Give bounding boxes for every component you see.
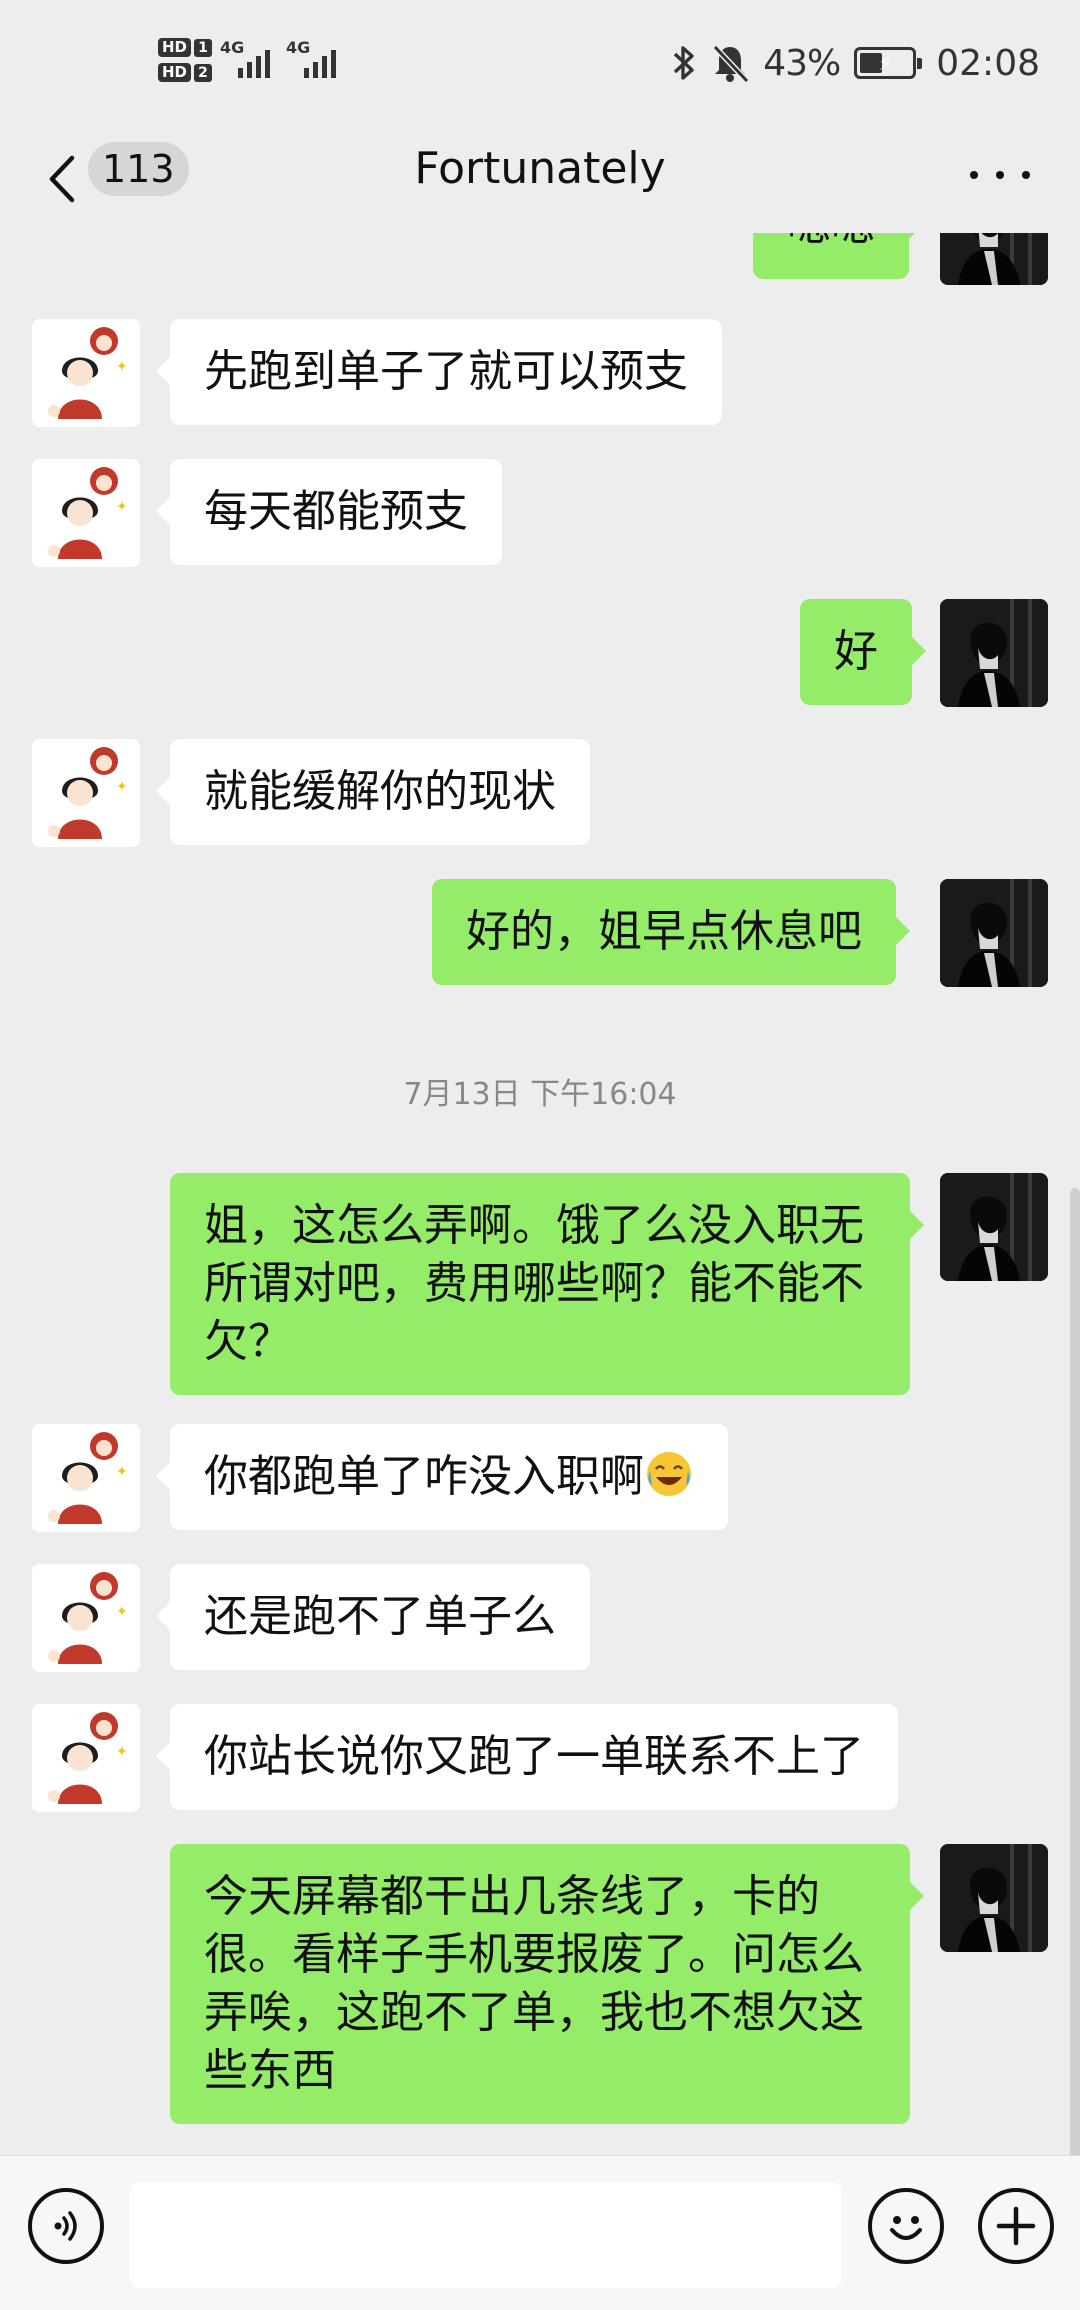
hd-badge-1: HD 1 bbox=[158, 38, 213, 57]
message-bubble-theirs[interactable]: 你都跑单了咋没入职啊 bbox=[156, 1424, 728, 1530]
message-bubble-mine[interactable]: 好的，姐早点休息吧 bbox=[432, 879, 910, 985]
avatar[interactable]: ✦ bbox=[32, 1424, 140, 1532]
emoji-icon[interactable] bbox=[868, 2188, 944, 2264]
message-bubble-theirs[interactable]: 先跑到单子了就可以预支 bbox=[156, 319, 722, 425]
svg-text:✦: ✦ bbox=[116, 779, 128, 795]
voice-icon[interactable] bbox=[28, 2188, 104, 2264]
avatar[interactable]: ✦ bbox=[32, 739, 140, 847]
avatar[interactable] bbox=[940, 1844, 1048, 1952]
avatar[interactable] bbox=[940, 233, 1048, 285]
svg-text:✦: ✦ bbox=[116, 1464, 128, 1480]
message-bubble-theirs[interactable]: 就能缓解你的现状 bbox=[156, 739, 590, 845]
avatar[interactable] bbox=[940, 599, 1048, 707]
avatar[interactable]: ✦ bbox=[32, 1564, 140, 1672]
message-bubble-mine[interactable]: 好 bbox=[800, 599, 926, 705]
message-list[interactable]: 嗯嗯 ✦ 先跑到单子了就可以预支 bbox=[0, 233, 1080, 2155]
signal-icon: 4G bbox=[286, 38, 344, 82]
input-bar bbox=[0, 2155, 1080, 2310]
avatar[interactable]: ✦ bbox=[32, 1704, 140, 1812]
avatar[interactable] bbox=[940, 1173, 1048, 1281]
avatar[interactable] bbox=[940, 879, 1048, 987]
clock-time: 02:08 bbox=[936, 42, 1040, 84]
avatar[interactable]: ✦ bbox=[32, 319, 140, 427]
message-bubble-theirs[interactable]: 你站长说你又跑了一单联系不上了 bbox=[156, 1704, 898, 1810]
signal-icon: 4G bbox=[220, 38, 278, 82]
more-dots-icon[interactable] bbox=[970, 155, 1030, 195]
network-indicators: HD 1 HD 2 4G 4G bbox=[158, 30, 344, 90]
scrollbar[interactable] bbox=[1070, 1188, 1080, 2155]
timestamp: 7月13日 下午16:04 bbox=[403, 1077, 677, 1112]
battery-charging-icon: ⚡ bbox=[854, 47, 923, 79]
message-bubble-mine[interactable]: 姐，这怎么弄啊。饿了么没入职无所谓对吧，费用哪些啊？能不能不欠？ bbox=[170, 1173, 924, 1395]
message-input[interactable] bbox=[130, 2182, 842, 2288]
hd-badge-2: HD 2 bbox=[158, 63, 213, 82]
battery-percent: 43% bbox=[763, 42, 841, 84]
svg-text:✦: ✦ bbox=[116, 499, 128, 515]
message-bubble-theirs[interactable]: 还是跑不了单子么 bbox=[156, 1564, 590, 1670]
laughing-crying-emoji bbox=[647, 1452, 691, 1496]
message-bubble-theirs[interactable]: 每天都能预支 bbox=[156, 459, 502, 565]
message-bubble-mine[interactable]: 今天屏幕都干出几条线了，卡的很。看样子手机要报废了。问怎么弄唉，这跑不了单，我也… bbox=[170, 1844, 924, 2124]
bluetooth-icon bbox=[674, 46, 694, 80]
chat-header: 113 Fortunately bbox=[0, 125, 1080, 233]
plus-icon[interactable] bbox=[978, 2188, 1054, 2264]
mute-bell-icon bbox=[713, 44, 750, 83]
chevron-left-icon bbox=[49, 155, 75, 203]
svg-text:✦: ✦ bbox=[116, 359, 128, 375]
status-bar: HD 1 HD 2 4G 4G 43% ⚡ 02:08 bbox=[0, 0, 1080, 125]
svg-text:✦: ✦ bbox=[116, 1604, 128, 1620]
unread-count-badge[interactable]: 113 bbox=[88, 142, 189, 196]
message-bubble-mine[interactable]: 嗯嗯 bbox=[753, 233, 923, 279]
svg-text:✦: ✦ bbox=[116, 1744, 128, 1760]
avatar[interactable]: ✦ bbox=[32, 459, 140, 567]
back-button[interactable] bbox=[36, 139, 86, 219]
